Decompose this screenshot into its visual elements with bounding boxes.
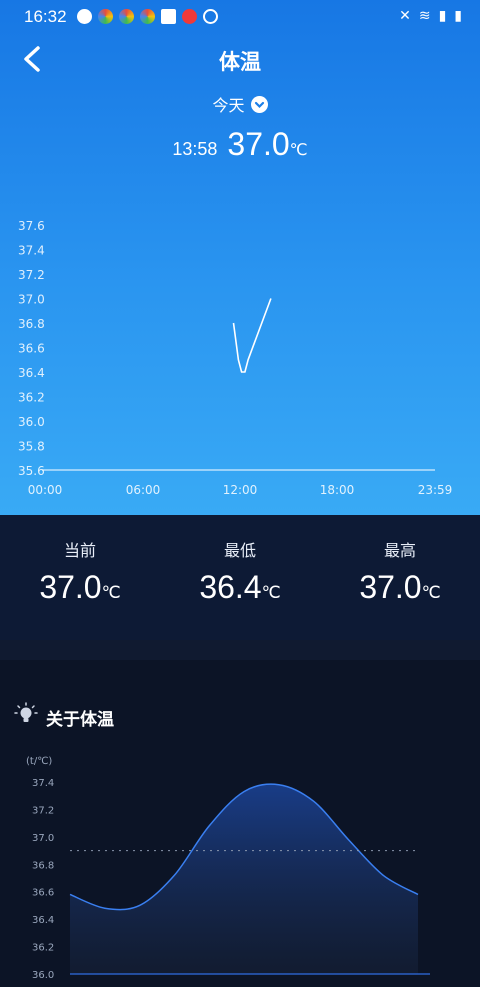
stat-value: 37.0 bbox=[359, 569, 422, 605]
y-tick-label: 37.0 bbox=[18, 293, 45, 307]
date-label: 今天 bbox=[212, 96, 245, 115]
app-icon bbox=[119, 9, 134, 24]
y-tick-label: 37.2 bbox=[32, 805, 54, 816]
current-reading: 13:58 37.0℃ bbox=[0, 126, 480, 163]
y-tick-label: 35.6 bbox=[18, 464, 45, 478]
stat-label: 最高 bbox=[383, 541, 416, 560]
stat-min: 最低 36.4℃ bbox=[160, 537, 320, 606]
stats-panel: 当前 37.0℃ 最低 36.4℃ 最高 37.0℃ bbox=[0, 515, 480, 640]
x-tick-label: 06:00 bbox=[126, 483, 161, 497]
y-tick-label: 36.4 bbox=[18, 366, 45, 380]
y-tick-label: 37.2 bbox=[18, 268, 45, 282]
stat-value: 36.4 bbox=[199, 569, 262, 605]
y-tick-label: 36.2 bbox=[18, 391, 45, 405]
about-title: 关于体温 bbox=[46, 710, 114, 730]
stat-unit: ℃ bbox=[261, 583, 281, 602]
temperature-series-line bbox=[232, 298, 272, 373]
stat-value: 37.0 bbox=[39, 569, 102, 605]
temperature-area-fill bbox=[70, 784, 418, 974]
battery-icon: ▮ bbox=[454, 8, 462, 24]
stat-label: 当前 bbox=[63, 541, 96, 560]
x-tick-label: 12:00 bbox=[223, 483, 258, 497]
y-tick-label: 37.6 bbox=[18, 219, 45, 233]
y-tick-label: 36.6 bbox=[18, 342, 45, 356]
x-tick-label: 00:00 bbox=[28, 483, 63, 497]
section-divider bbox=[0, 640, 480, 660]
image-icon bbox=[161, 9, 176, 24]
stat-unit: ℃ bbox=[101, 583, 121, 602]
temperature-reference-chart: (t/℃) 37.4 37.2 37.0 36.8 36.6 36.4 36.2 36.0 bbox=[26, 756, 430, 981]
reading-time: 13:58 bbox=[172, 139, 218, 159]
x-tick-label: 18:00 bbox=[320, 483, 355, 497]
y-tick-label: 36.4 bbox=[32, 915, 54, 926]
lightbulb-icon bbox=[14, 702, 38, 722]
y-tick-label: 36.6 bbox=[32, 888, 54, 899]
y-tick-label: 36.8 bbox=[32, 860, 54, 871]
app-icon bbox=[98, 9, 113, 24]
stat-max: 最高 37.0℃ bbox=[320, 537, 480, 606]
y-tick-label: 36.0 bbox=[18, 415, 45, 429]
y-tick-label: 36.0 bbox=[32, 970, 54, 981]
reading-value: 37.0 bbox=[227, 126, 290, 162]
vivaldi-icon bbox=[182, 9, 197, 24]
mute-icon: ✕ bbox=[399, 8, 411, 24]
system-icons: ✕ ≋ ▮ ▮ bbox=[399, 8, 462, 24]
stat-unit: ℃ bbox=[421, 583, 441, 602]
status-time: 16:32 bbox=[24, 7, 67, 26]
wifi-icon: ≋ bbox=[418, 8, 431, 24]
shield-icon bbox=[203, 9, 218, 24]
temperature-line-chart: 37.6 37.4 37.2 37.0 36.8 36.6 36.4 36.2 36.0 35.8… bbox=[18, 219, 453, 497]
y-tick-label: 37.0 bbox=[32, 833, 54, 844]
status-bar: 16:32 ✕ ≋ ▮ ▮ bbox=[0, 0, 480, 34]
stat-label: 最低 bbox=[223, 541, 256, 560]
app-icon bbox=[140, 9, 155, 24]
y-tick-label: 37.4 bbox=[18, 244, 45, 258]
y-tick-label: 35.8 bbox=[18, 440, 45, 454]
notification-icon bbox=[77, 9, 92, 24]
y-axis-label: (t/℃) bbox=[26, 756, 52, 767]
date-selector[interactable]: 今天 bbox=[0, 92, 480, 116]
reading-unit: ℃ bbox=[289, 140, 308, 159]
signal-icon: ▮ bbox=[438, 8, 447, 24]
page-title: 体温 bbox=[219, 50, 261, 74]
x-tick-label: 23:59 bbox=[418, 483, 453, 497]
y-tick-label: 37.4 bbox=[32, 778, 54, 789]
chevron-down-icon bbox=[250, 96, 268, 113]
y-tick-label: 36.2 bbox=[32, 943, 54, 954]
notification-icons bbox=[77, 9, 218, 24]
stat-current: 当前 37.0℃ bbox=[0, 537, 160, 606]
y-tick-label: 36.8 bbox=[18, 317, 45, 331]
